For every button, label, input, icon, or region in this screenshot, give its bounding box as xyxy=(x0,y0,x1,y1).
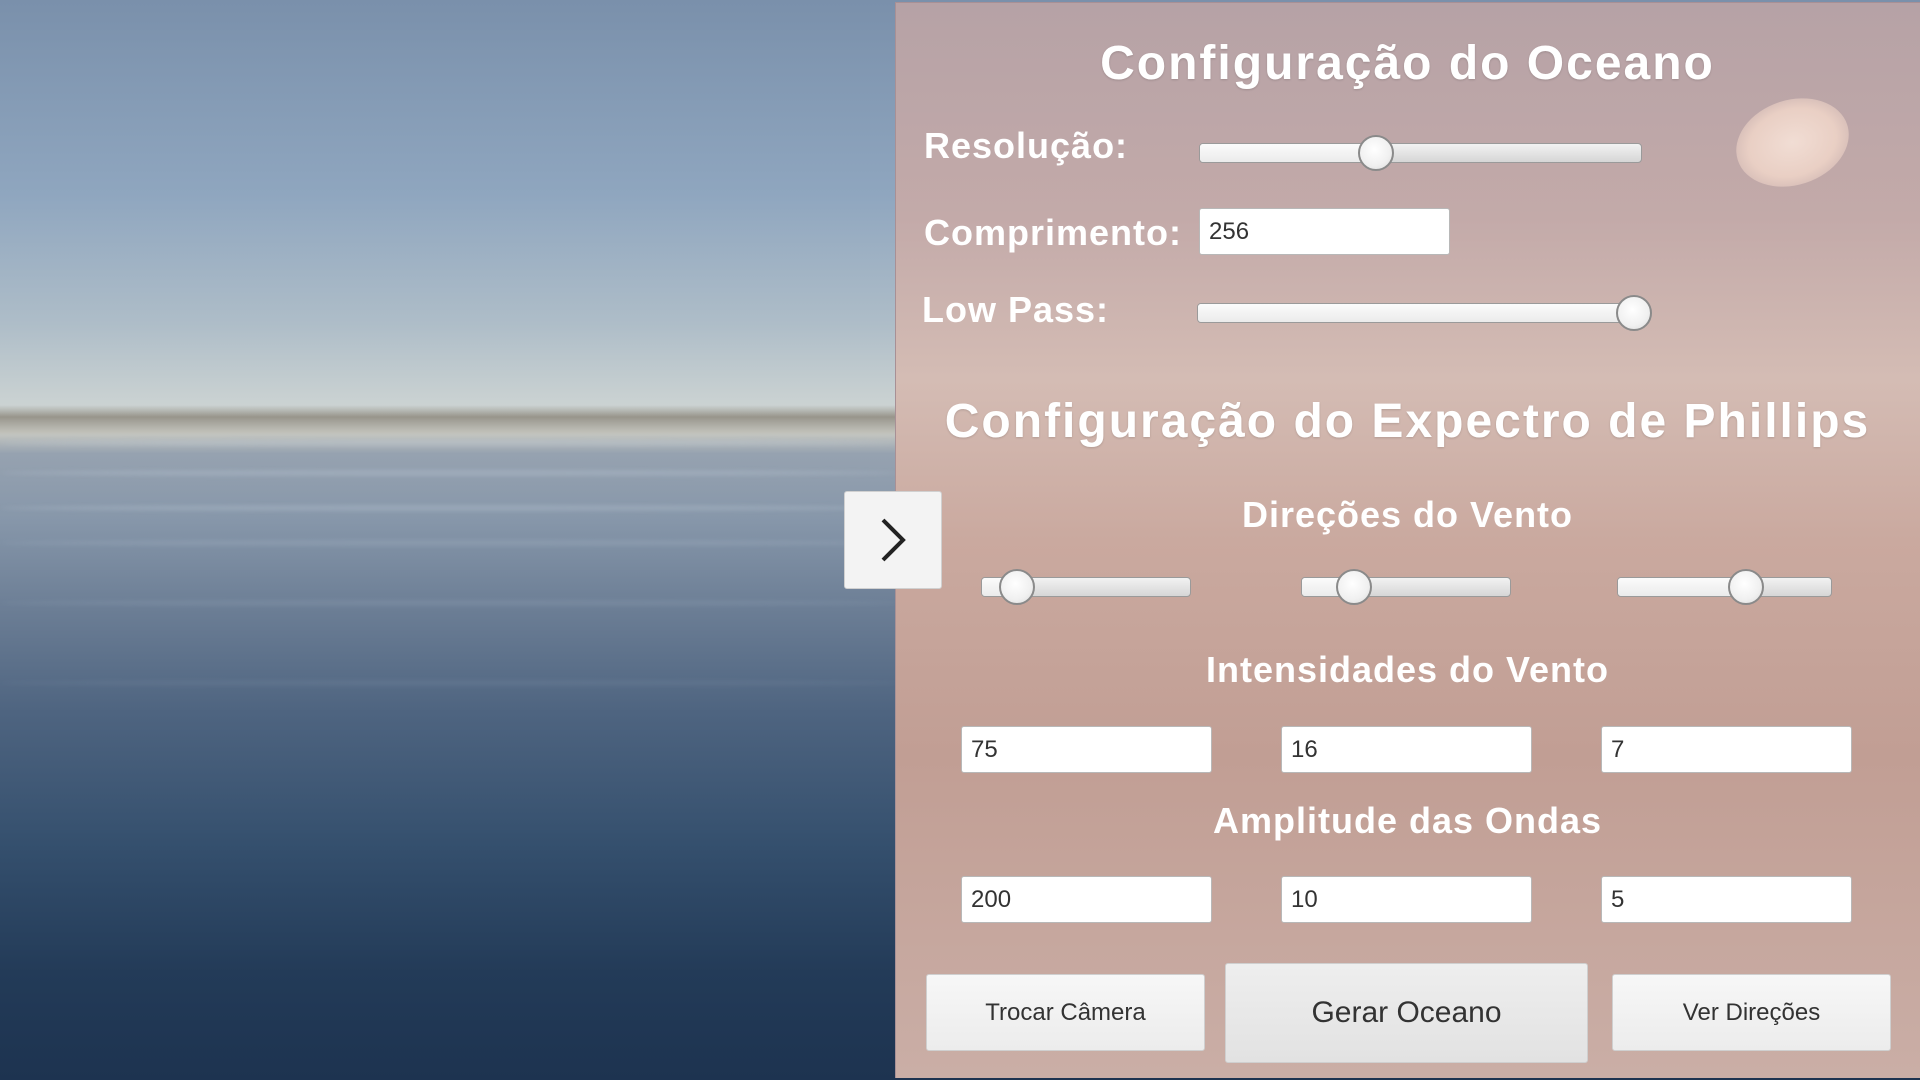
slider-thumb[interactable] xyxy=(1336,569,1372,605)
amplitude-field-1[interactable]: 200 xyxy=(961,876,1212,923)
slider-thumb[interactable] xyxy=(1727,569,1764,605)
comprimento-field[interactable]: 256 xyxy=(1199,208,1450,255)
slider-fill xyxy=(1200,144,1377,162)
wave-highlight xyxy=(0,540,900,546)
horizon xyxy=(0,405,900,435)
direcao-slider-3[interactable] xyxy=(1617,569,1832,605)
direcao-slider-2[interactable] xyxy=(1301,569,1511,605)
amplitude-field-2[interactable]: 10 xyxy=(1281,876,1532,923)
wave-highlight xyxy=(0,470,900,476)
ocean-config-title: Configuração do Oceano xyxy=(1100,37,1715,90)
intensidade-field-2[interactable]: 16 xyxy=(1281,726,1532,773)
slider-fill xyxy=(1618,578,1746,596)
comprimento-label: Comprimento: xyxy=(924,212,1182,253)
gerar-oceano-button[interactable]: Gerar Oceano xyxy=(1225,963,1588,1063)
slider-thumb[interactable] xyxy=(1615,295,1652,331)
amplitude-field-3[interactable]: 5 xyxy=(1601,876,1852,923)
wave-highlight xyxy=(0,600,900,606)
spectrum-config-title: Configuração do Expectro de Phillips xyxy=(944,395,1871,448)
lowpass-label: Low Pass: xyxy=(922,289,1110,330)
intensidade-field-1[interactable]: 75 xyxy=(961,726,1212,773)
wave-highlight xyxy=(0,505,900,511)
wave-highlight xyxy=(0,440,900,446)
direcao-slider-1[interactable] xyxy=(981,569,1191,605)
trocar-camera-button[interactable]: Trocar Câmera xyxy=(926,974,1205,1051)
direcoes-label: Direções do Vento xyxy=(1241,494,1574,535)
wave-highlight xyxy=(0,680,900,686)
intensidade-field-3[interactable]: 7 xyxy=(1601,726,1852,773)
ver-direcoes-button[interactable]: Ver Direções xyxy=(1612,974,1891,1051)
resolucao-slider[interactable] xyxy=(1199,135,1642,171)
lowpass-slider[interactable] xyxy=(1197,295,1652,331)
resolucao-label: Resolução: xyxy=(924,125,1129,166)
intensidades-label: Intensidades do Vento xyxy=(1205,649,1610,690)
slider-fill xyxy=(1198,304,1634,322)
amplitude-label: Amplitude das Ondas xyxy=(1212,800,1603,841)
